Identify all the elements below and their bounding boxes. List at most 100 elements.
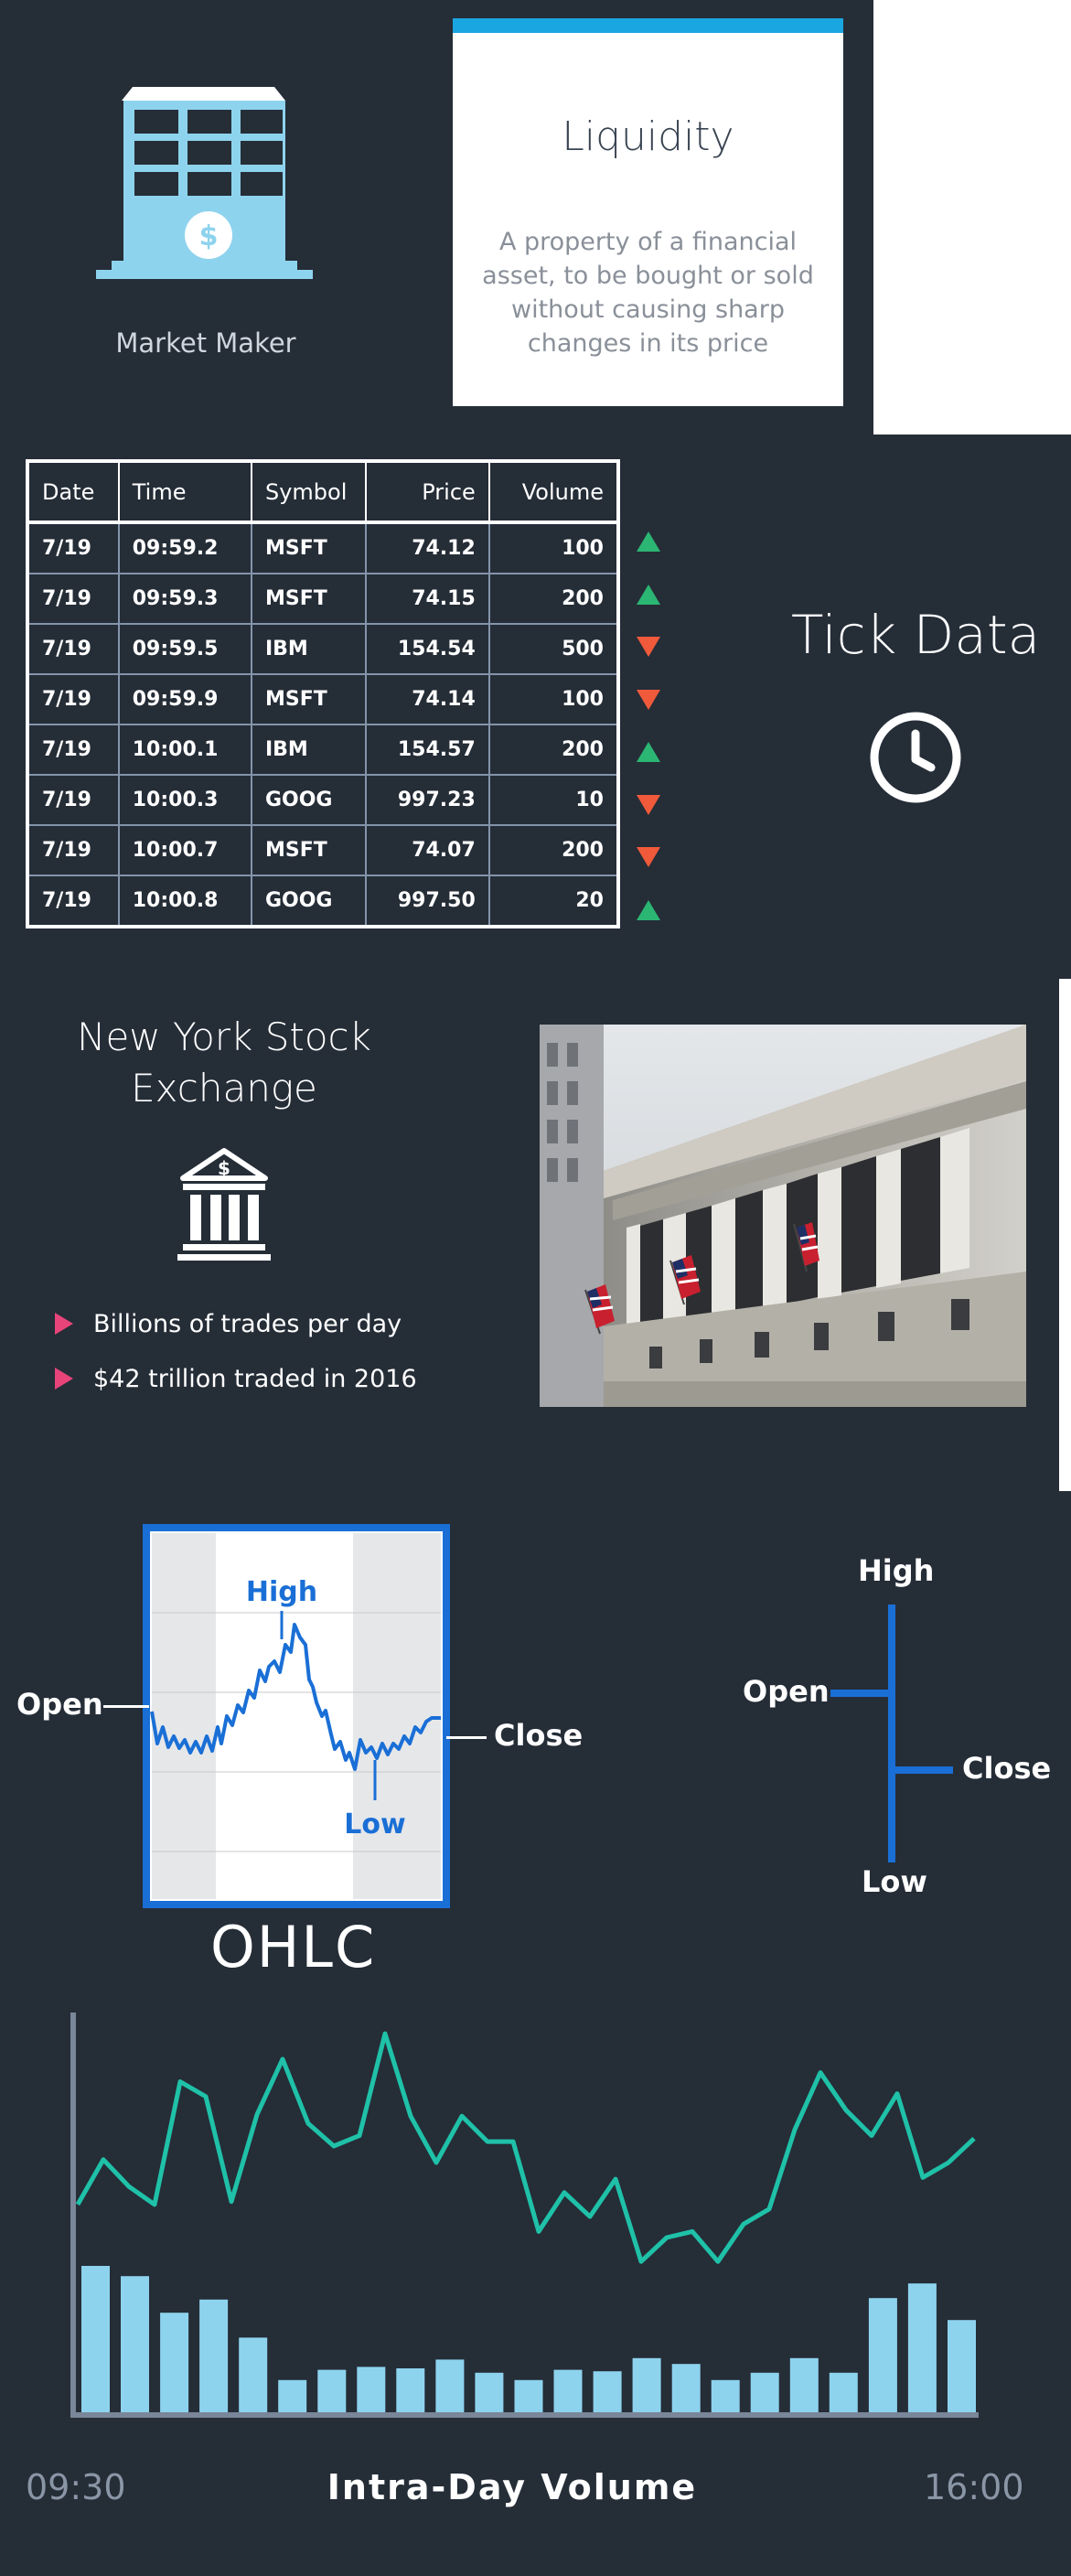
nyse-title-line: New York Stock: [77, 1014, 371, 1059]
table-cell: 10:00.8: [117, 875, 252, 928]
up-arrow-icon: [637, 531, 660, 552]
start-time-label: 09:30: [26, 2467, 126, 2507]
table-row: 7/19 09:59.5 IBM 154.54 500: [27, 623, 620, 675]
table-cell: 200: [487, 824, 620, 876]
nyse-building-photo: [540, 1025, 1026, 1407]
nyse-title: New York Stock Exchange: [37, 1012, 412, 1114]
down-arrow-icon: [637, 689, 660, 710]
bullet-icon: [55, 1313, 73, 1335]
intraday-volume-chart: [70, 2012, 979, 2418]
volume-bar: [907, 2283, 937, 2412]
table-cell: 09:59.2: [117, 521, 252, 574]
table-row: 7/19 10:00.3 GOOG 997.23 10: [27, 774, 620, 826]
volume-bar: [357, 2367, 386, 2412]
up-arrow-icon: [637, 584, 660, 605]
market-maker-panel: $ Market Maker Liquidity A property of a…: [0, 0, 873, 435]
volume-bar: [750, 2372, 779, 2412]
volume-bar: [475, 2372, 504, 2412]
table-cell: 997.50: [364, 875, 490, 928]
bullet-text: $42 trillion traded in 2016: [93, 1365, 417, 1393]
volume-bar: [239, 2337, 268, 2412]
liquidity-description: A property of a financial asset, to be b…: [482, 228, 814, 358]
volume-bar: [435, 2359, 465, 2412]
table-cell: 7/19: [27, 824, 120, 876]
nyse-bullet: Billions of trades per day: [55, 1310, 402, 1338]
table-cell: 100: [487, 521, 620, 574]
table-cell: 7/19: [27, 875, 120, 928]
volume-bar: [593, 2371, 622, 2412]
table-cell: 10:00.7: [117, 824, 252, 876]
volume-bar: [632, 2357, 661, 2412]
table-cell: 154.57: [364, 724, 490, 776]
table-cell: 7/19: [27, 623, 120, 675]
table-cell: 74.12: [364, 521, 490, 574]
nyse-bullet: $42 trillion traded in 2016: [55, 1365, 417, 1393]
table-cell: 154.54: [364, 623, 490, 675]
table-row: 7/19 09:59.3 MSFT 74.15 200: [27, 573, 620, 625]
high-label: High: [246, 1576, 317, 1608]
table-cell: GOOG: [250, 774, 367, 826]
table-cell: 10:00.1: [117, 724, 252, 776]
open-leader: [103, 1705, 149, 1708]
table-cell: 997.23: [364, 774, 490, 826]
price-series-line: [75, 2031, 976, 2264]
clock-icon: [870, 712, 961, 803]
down-arrow-icon: [637, 637, 660, 657]
tick-data-title: Tick Data: [791, 604, 1041, 666]
table-cell: 200: [487, 724, 620, 776]
volume-bar: [789, 2357, 819, 2412]
volume-bar: [278, 2379, 307, 2412]
table-cell: 20: [487, 875, 620, 928]
table-row: 7/19 10:00.8 GOOG 997.50 20: [27, 875, 620, 928]
low-label: Low: [344, 1809, 405, 1841]
ohlc-price-chart: High Low: [143, 1524, 450, 1908]
volume-bar: [671, 2364, 701, 2412]
bar-open-label: Open: [743, 1674, 830, 1709]
table-cell: IBM: [250, 623, 367, 675]
volume-bar: [160, 2313, 189, 2412]
column-header: Volume: [487, 460, 620, 524]
table-cell: MSFT: [250, 521, 367, 574]
up-arrow-icon: [637, 899, 660, 920]
close-leader: [446, 1736, 487, 1739]
volume-bar: [199, 2299, 229, 2412]
volume-bar: [81, 2266, 110, 2412]
open-label: Open: [16, 1687, 103, 1722]
ohlc-bar-glyph: [830, 1605, 953, 1862]
table-row: 7/19 09:59.2 MSFT 74.12 100: [27, 521, 620, 574]
svg-text:$: $: [218, 1157, 230, 1179]
down-arrow-icon: [637, 847, 660, 867]
table-cell: 74.14: [364, 673, 490, 725]
tick-data-panel: Date Time Symbol Price Volume 7/19 09:59.…: [0, 435, 1071, 979]
bar-high-label: High: [858, 1553, 935, 1588]
ohlc-title: OHLC: [210, 1914, 377, 1980]
table-cell: 7/19: [27, 673, 120, 725]
session-band: [353, 1533, 441, 1899]
volume-bar: [514, 2379, 543, 2412]
table-cell: 10: [487, 774, 620, 826]
table-cell: 200: [487, 573, 620, 625]
bar-low-label: Low: [862, 1864, 927, 1899]
tick-table-header: Date Time Symbol Price Volume: [27, 460, 620, 524]
close-label: Close: [494, 1718, 584, 1753]
table-cell: 09:59.9: [117, 673, 252, 725]
svg-text:$: $: [199, 220, 219, 252]
bullet-icon: [55, 1368, 73, 1390]
table-cell: 7/19: [27, 774, 120, 826]
volume-bar: [829, 2372, 858, 2412]
table-cell: MSFT: [250, 673, 367, 725]
ohlc-panel: High Low Open Close OHLC High Open Close…: [0, 1491, 1071, 2576]
table-cell: GOOG: [250, 875, 367, 928]
liquidity-card: Liquidity A property of a financial asse…: [453, 18, 843, 406]
table-row: 7/19 10:00.7 MSFT 74.07 200: [27, 824, 620, 876]
building-dollar-icon: $: [96, 87, 313, 279]
table-cell: 10:00.3: [117, 774, 252, 826]
table-row: 7/19 10:00.1 IBM 154.57 200: [27, 724, 620, 776]
session-band: [152, 1533, 216, 1899]
bullet-text: Billions of trades per day: [93, 1310, 402, 1338]
intraday-volume-title: Intra-Day Volume: [327, 2467, 698, 2507]
table-cell: IBM: [250, 724, 367, 776]
volume-bar: [948, 2320, 976, 2412]
volume-bar: [317, 2369, 347, 2412]
table-cell: 100: [487, 673, 620, 725]
